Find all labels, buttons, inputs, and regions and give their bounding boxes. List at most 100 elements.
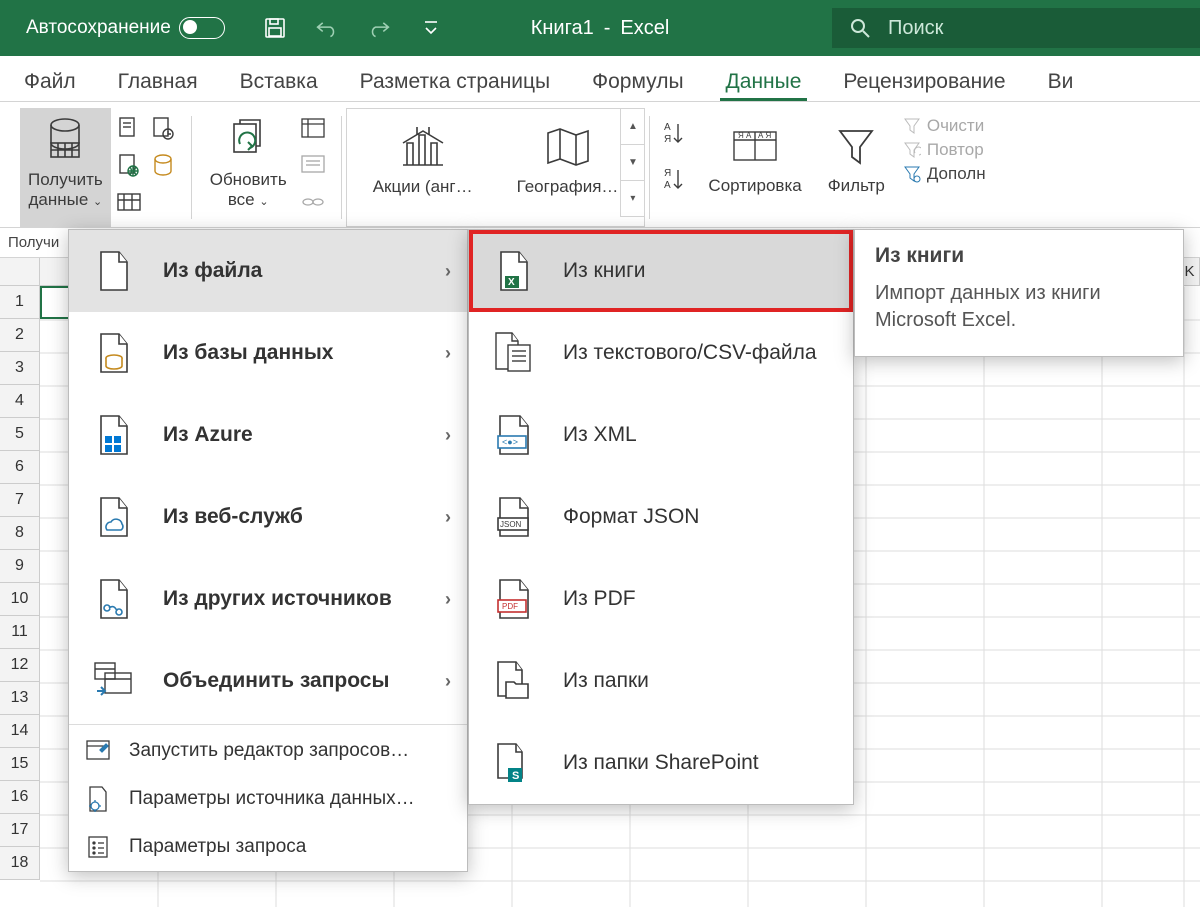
refresh-all-button[interactable]: Обновить все ⌄ [202,108,295,227]
row-header[interactable]: 14 [0,715,40,748]
gallery-down-icon[interactable]: ▼ [620,145,644,181]
submenu-from-workbook[interactable]: X Из книги [469,230,853,312]
row-header[interactable]: 2 [0,319,40,352]
tooltip-body: Импорт данных из книги Microsoft Excel. [875,280,1163,334]
row-header[interactable]: 8 [0,517,40,550]
advanced-filter-button[interactable]: Дополн [903,164,986,184]
menu-from-web-services[interactable]: Из веб-служб › [69,476,467,558]
submenu-from-pdf[interactable]: PDF Из PDF [469,558,853,640]
menu-from-other[interactable]: Из других источников › [69,558,467,640]
edit-links-icon[interactable] [299,188,327,216]
from-file-submenu: X Из книги Из текстового/CSV-файла <●> И… [468,229,854,805]
row-header[interactable]: 12 [0,649,40,682]
ribbon: Получить данные ⌄ Обновить все ⌄ [0,102,1200,228]
row-header[interactable]: 7 [0,484,40,517]
svg-text:А: А [664,180,671,191]
tab-view[interactable]: Ви [1042,62,1080,101]
row-header[interactable]: 18 [0,847,40,880]
properties-icon[interactable] [299,151,327,179]
qat-dropdown-icon[interactable] [419,16,443,40]
chevron-right-icon: › [445,507,451,528]
svg-text:JSON: JSON [500,520,522,529]
sort-asc-icon[interactable]: АЯ [662,120,690,148]
pdf-file-icon: PDF [493,575,535,623]
row-headers: 1 2 3 4 5 6 7 8 9 10 11 12 13 14 15 16 1… [0,286,40,880]
menu-query-options[interactable]: Параметры запроса [69,823,467,871]
svg-text:<●>: <●> [502,437,518,447]
redo-icon[interactable] [367,16,391,40]
get-data-menu: Из файла › Из базы данных › Из Azure › И… [68,229,468,872]
combine-icon [93,657,135,705]
row-header[interactable]: 1 [0,286,40,319]
document-title: Книга1 - Excel [531,17,670,40]
tab-review[interactable]: Рецензирование [837,62,1011,101]
xml-file-icon: <●> [493,411,535,459]
svg-text:Я А: Я А [738,131,752,140]
save-icon[interactable] [263,16,287,40]
tab-formulas[interactable]: Формулы [586,62,689,101]
autosave-toggle[interactable] [179,17,225,39]
geography-button[interactable]: География… [509,115,627,203]
existing-conn-icon[interactable] [115,188,143,216]
row-header[interactable]: 3 [0,352,40,385]
menu-from-azure[interactable]: Из Azure › [69,394,467,476]
options-icon [85,834,111,860]
name-box[interactable]: Получи [0,234,67,251]
gallery-more-icon[interactable]: ▾ [620,181,644,217]
cloud-file-icon [93,493,135,541]
svg-text:Я: Я [664,168,671,179]
submenu-from-folder[interactable]: Из папки [469,640,853,722]
row-header[interactable]: 11 [0,616,40,649]
tooltip-title: Из книги [875,244,1163,268]
row-header[interactable]: 9 [0,550,40,583]
get-data-button[interactable]: Получить данные ⌄ [20,108,111,227]
json-file-icon: JSON [493,493,535,541]
menu-from-database[interactable]: Из базы данных › [69,312,467,394]
connection-small-buttons [295,108,331,227]
filter-button[interactable]: Фильтр [820,114,893,202]
from-table-icon[interactable] [149,151,177,179]
stocks-button[interactable]: Акции (анг… [365,115,481,203]
chevron-right-icon: › [445,425,451,446]
svg-text:S: S [512,770,519,782]
submenu-from-json[interactable]: JSON Формат JSON [469,476,853,558]
from-text-icon[interactable] [115,114,143,142]
row-header[interactable]: 15 [0,748,40,781]
row-header[interactable]: 6 [0,451,40,484]
row-header[interactable]: 4 [0,385,40,418]
menu-combine-queries[interactable]: Объединить запросы › [69,640,467,722]
tab-home[interactable]: Главная [112,62,204,101]
search-placeholder: Поиск [888,17,943,40]
row-header[interactable]: 5 [0,418,40,451]
submenu-from-sharepoint[interactable]: S Из папки SharePoint [469,722,853,804]
search-box[interactable]: Поиск [832,8,1200,48]
row-header[interactable]: 17 [0,814,40,847]
row-header[interactable]: 13 [0,682,40,715]
tab-pagelayout[interactable]: Разметка страницы [354,62,557,101]
reapply-filter-button[interactable]: Повтор [903,140,986,160]
sharepoint-icon: S [493,739,535,787]
tab-data[interactable]: Данные [720,62,808,101]
clear-filter-button[interactable]: Очисти [903,116,986,136]
menu-data-source-settings[interactable]: Параметры источника данных… [69,775,467,823]
gallery-up-icon[interactable]: ▲ [620,109,644,145]
data-types-gallery[interactable]: Акции (анг… География… ▲ ▼ ▾ [346,108,646,227]
folder-file-icon [493,657,535,705]
row-header[interactable]: 10 [0,583,40,616]
menu-launch-query-editor[interactable]: Запустить редактор запросов… [69,727,467,775]
from-web-icon[interactable] [115,151,143,179]
menu-from-file[interactable]: Из файла › [69,230,467,312]
tab-insert[interactable]: Вставка [234,62,324,101]
queries-icon[interactable] [299,114,327,142]
sort-desc-icon[interactable]: ЯА [662,166,690,194]
recent-sources-icon[interactable] [149,114,177,142]
database-icon [39,114,91,166]
submenu-from-csv[interactable]: Из текстового/CSV-файла [469,312,853,394]
svg-text:А: А [664,122,671,133]
tab-file[interactable]: Файл [18,62,82,101]
undo-icon[interactable] [315,16,339,40]
submenu-from-xml[interactable]: <●> Из XML [469,394,853,476]
editor-icon [85,738,111,764]
row-header[interactable]: 16 [0,781,40,814]
sort-button[interactable]: Я АА Я Сортировка [700,114,809,202]
